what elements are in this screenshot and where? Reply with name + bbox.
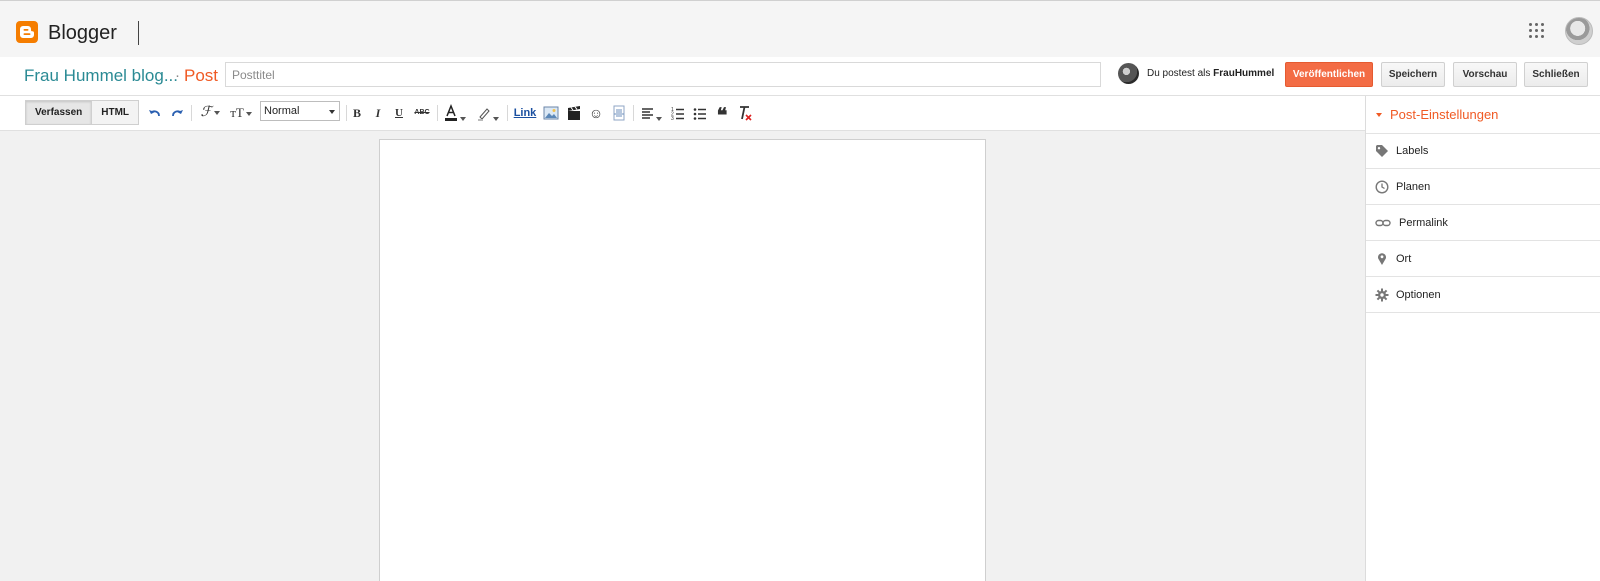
redo-icon[interactable] <box>170 104 184 122</box>
undo-icon[interactable] <box>148 104 162 122</box>
toolbar-divider <box>437 105 438 121</box>
post-body-editor[interactable] <box>379 139 986 581</box>
editor-canvas <box>0 131 1365 581</box>
toolbar-divider <box>191 105 192 121</box>
blogger-logo-icon[interactable] <box>16 21 38 43</box>
svg-text:3: 3 <box>671 116 674 122</box>
numbered-list-icon[interactable]: 123 <box>670 104 686 122</box>
location-pin-icon <box>1375 252 1389 266</box>
link-icon <box>1375 216 1391 230</box>
post-settings-header[interactable]: Post-Einstellungen <box>1366 96 1600 134</box>
chevron-down-icon <box>329 110 335 114</box>
sidebar-item-optionen[interactable]: Optionen <box>1366 278 1600 313</box>
emoji-icon[interactable]: ☺ <box>588 104 604 122</box>
italic-icon[interactable]: I <box>372 104 384 122</box>
preview-button[interactable]: Vorschau <box>1453 62 1517 87</box>
breadcrumb-separator: · <box>175 67 180 84</box>
poster-prefix: Du postest als <box>1147 68 1211 79</box>
save-button[interactable]: Speichern <box>1381 62 1445 87</box>
brand-divider <box>138 21 139 45</box>
publish-button[interactable]: Veröffentlichen <box>1285 62 1373 87</box>
sidebar-item-permalink[interactable]: Permalink <box>1366 206 1600 241</box>
sidebar-item-planen[interactable]: Planen <box>1366 170 1600 205</box>
sidebar-item-ort[interactable]: Ort <box>1366 242 1600 277</box>
poster-info: Du postest als FrauHummel <box>1147 68 1274 79</box>
gear-icon <box>1375 288 1389 302</box>
image-icon[interactable] <box>543 104 559 122</box>
app-brand[interactable]: Blogger <box>48 21 117 45</box>
paragraph-format-select[interactable]: Normal <box>260 101 340 121</box>
post-settings-title: Post-Einstellungen <box>1390 107 1499 122</box>
sidebar-item-label: Permalink <box>1399 217 1448 229</box>
sidebar-item-label: Planen <box>1396 181 1431 193</box>
post-settings-sidebar: Post-Einstellungen Labels Planen Permali… <box>1365 96 1600 581</box>
clear-format-icon[interactable] <box>737 104 753 122</box>
sidebar-item-label: Labels <box>1396 145 1429 157</box>
sidebar-item-label: Ort <box>1396 253 1412 265</box>
editor-mode-switch: Verfassen HTML <box>25 100 140 125</box>
text-color-icon[interactable] <box>443 103 467 122</box>
html-mode-button[interactable]: HTML <box>91 101 139 124</box>
poster-name: FrauHummel <box>1213 68 1275 79</box>
close-button[interactable]: Schließen <box>1524 62 1588 87</box>
editor-toolbar: Verfassen HTML ℱ ᴛT Normal B I U ABC Lin… <box>0 96 1365 131</box>
highlight-icon[interactable] <box>475 104 501 122</box>
jump-break-icon[interactable] <box>611 104 627 122</box>
poster-avatar <box>1118 63 1139 84</box>
paragraph-format-value: Normal <box>264 105 300 117</box>
sidebar-item-labels[interactable]: Labels <box>1366 134 1600 169</box>
post-title-bar: Frau Hummel blog... · Post Du postest al… <box>0 57 1600 96</box>
strikethrough-icon[interactable]: ABC <box>414 104 430 122</box>
align-icon[interactable] <box>639 104 663 122</box>
bold-icon[interactable]: B <box>351 104 363 122</box>
clock-icon <box>1375 180 1389 194</box>
toolbar-divider <box>507 105 508 121</box>
account-avatar[interactable] <box>1565 17 1593 45</box>
toolbar-divider <box>633 105 634 121</box>
breadcrumb-post: Post <box>184 66 219 85</box>
compose-mode-button[interactable]: Verfassen <box>26 101 92 124</box>
tag-icon <box>1375 144 1389 158</box>
sidebar-item-label: Optionen <box>1396 289 1441 301</box>
video-icon[interactable] <box>566 104 582 122</box>
font-icon[interactable]: ℱ <box>198 104 222 122</box>
apps-grid-icon[interactable] <box>1529 23 1545 39</box>
collapse-arrow-icon <box>1376 113 1382 117</box>
blog-name-link[interactable]: Frau Hummel blog... <box>24 66 178 86</box>
bulleted-list-icon[interactable] <box>692 104 708 122</box>
font-size-icon[interactable]: ᴛT <box>228 104 254 122</box>
link-button[interactable]: Link <box>512 104 538 122</box>
toolbar-divider <box>346 105 347 121</box>
post-title-input[interactable] <box>225 62 1101 87</box>
app-bar: Blogger <box>0 0 1600 57</box>
underline-icon[interactable]: U <box>393 104 405 122</box>
quote-icon[interactable]: ❝ <box>714 104 730 127</box>
